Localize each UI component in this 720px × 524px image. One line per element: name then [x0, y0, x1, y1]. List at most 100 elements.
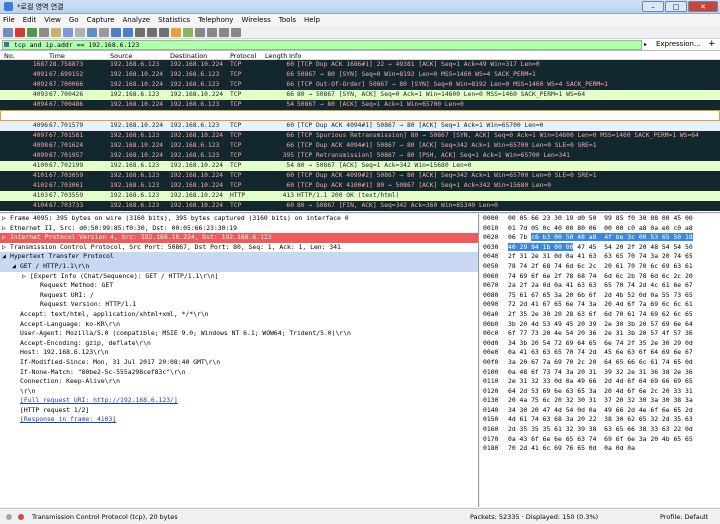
go-forward-icon[interactable]: [123, 27, 133, 37]
col-info[interactable]: Info: [289, 52, 301, 60]
packet-row[interactable]: 4092 67.700066 192.168.10.224 192.168.6.123…: [0, 80, 720, 91]
packet-row[interactable]: 4101 67.703059 192.168.6.123 192.168.10.224…: [0, 171, 720, 182]
restart-capture-icon[interactable]: [27, 27, 37, 37]
hex-row[interactable]: 00b0 3b 20 4d 53 49 45 20 39 2e 30 3b 20 …: [480, 320, 720, 330]
detail-row[interactable]: Accept: text/html, application/xhtml+xml…: [0, 310, 478, 320]
expand-arrow-icon[interactable]: ▷: [22, 272, 30, 282]
packet-row[interactable]: 4098 67.701624 192.168.10.224 192.168.6.123…: [0, 140, 720, 151]
normal-size-icon[interactable]: [219, 27, 229, 37]
detail-row[interactable]: \r\n: [0, 387, 478, 397]
zoom-in-icon[interactable]: [195, 27, 205, 37]
hex-row[interactable]: 0180 70 2d 41 6c 69 76 65 0d 0a 0d 0a: [480, 444, 720, 454]
hex-row[interactable]: 0080 75 61 67 65 3a 20 6b 6f 2d 4b 52 0d …: [480, 291, 720, 301]
zoom-out-icon[interactable]: [207, 27, 217, 37]
packet-row[interactable]: 4100 67.702199 192.168.6.123 192.168.10.224…: [0, 160, 720, 172]
packet-row[interactable]: 4096 67.701579 192.168.10.224 192.168.6.123…: [0, 120, 720, 131]
packet-row[interactable]: [0, 110, 720, 121]
col-length[interactable]: Length: [265, 52, 287, 60]
detail-row[interactable]: ▷ Transmission Control Protocol, Src Port…: [0, 243, 478, 253]
maximize-button[interactable]: □: [665, 1, 687, 12]
menu-view[interactable]: View: [44, 16, 61, 24]
start-capture-icon[interactable]: [3, 27, 13, 37]
hex-row[interactable]: 0040 2f 31 2e 31 0d 0a 41 63 63 65 70 74 …: [480, 252, 720, 262]
packet-row[interactable]: 4091 67.699152 192.168.10.224 192.168.6.123…: [0, 70, 720, 81]
close-button[interactable]: ✕: [688, 1, 718, 12]
hex-row[interactable]: 0120 64 2d 53 69 6e 63 65 3a 20 4d 6f 6e …: [480, 387, 720, 397]
detail-row[interactable]: ◢ Hypertext Transfer Protocol: [0, 252, 478, 262]
open-file-icon[interactable]: [51, 27, 61, 37]
expand-arrow-icon[interactable]: ▷: [2, 233, 10, 243]
display-filter-input[interactable]: tcp and ip.addr == 192.168.6.123: [2, 40, 642, 50]
resize-columns-icon[interactable]: [231, 27, 241, 37]
hex-row[interactable]: 0100 0a 48 6f 73 74 3a 20 31 39 32 2e 31 …: [480, 368, 720, 378]
expand-arrow-icon[interactable]: ▷: [2, 224, 10, 234]
capture-status-icon[interactable]: [18, 514, 24, 520]
detail-row[interactable]: Accept-Encoding: gzip, deflate\r\n: [0, 339, 478, 349]
packet-row[interactable]: 4099 67.701957 192.168.10.224 192.168.6.123…: [0, 150, 720, 161]
expand-arrow-icon[interactable]: ◢: [2, 252, 10, 262]
hex-row[interactable]: 0160 2d 35 35 35 61 32 39 38 63 65 66 38 …: [480, 425, 720, 435]
go-to-packet-icon[interactable]: [135, 27, 145, 37]
hex-row[interactable]: 0070 2a 2f 2a 0d 0a 41 63 63 65 70 74 2d …: [480, 281, 720, 291]
detail-row[interactable]: ▷ Internet Protocol Version 4, Src: 192.1…: [0, 233, 478, 243]
detail-row[interactable]: User-Agent: Mozilla/5.0 (compatible; MSI…: [0, 329, 478, 339]
expand-arrow-icon[interactable]: ◢: [12, 262, 20, 272]
stop-capture-icon[interactable]: [15, 27, 25, 37]
detail-row[interactable]: ▷ Frame 4095: 395 bytes on wire (3160 bit…: [0, 214, 478, 224]
col-destination[interactable]: Destination: [170, 52, 207, 60]
menu-file[interactable]: File: [3, 16, 15, 24]
apply-filter-arrow-icon[interactable]: ▸: [644, 41, 650, 49]
find-packet-icon[interactable]: [99, 27, 109, 37]
hex-row[interactable]: 00a0 2f 35 2e 30 20 28 63 6f 6d 70 61 74 …: [480, 310, 720, 320]
menu-analyze[interactable]: Analyze: [122, 16, 150, 24]
go-back-icon[interactable]: [111, 27, 121, 37]
col-protocol[interactable]: Protocol: [230, 52, 256, 60]
menu-capture[interactable]: Capture: [87, 16, 115, 24]
packet-row[interactable]: 4104 67.703733 192.168.6.123 192.168.10.224…: [0, 201, 720, 212]
expand-arrow-icon[interactable]: ▷: [2, 214, 10, 224]
status-profile[interactable]: Profile: Default: [660, 513, 708, 521]
packet-row[interactable]: 1687 28.758873 192.168.6.123 192.168.10.224…: [0, 60, 720, 71]
menu-wireless[interactable]: Wireless: [241, 16, 270, 24]
detail-row[interactable]: Request Method: GET: [0, 281, 478, 291]
menu-help[interactable]: Help: [304, 16, 320, 24]
close-file-icon[interactable]: [75, 27, 85, 37]
menu-telephony[interactable]: Telephony: [198, 16, 233, 24]
hex-row[interactable]: 0030 40 29 94 1b 00 00 47 45 54 20 2f 20 …: [480, 242, 720, 253]
col-time[interactable]: Time: [49, 52, 65, 60]
capture-options-icon[interactable]: [39, 27, 49, 37]
colorize-icon[interactable]: [183, 27, 193, 37]
hex-row[interactable]: 0150 4d 61 74 63 68 3a 20 22 38 30 62 65 …: [480, 415, 720, 425]
hex-row[interactable]: 0090 72 2d 41 67 65 6e 74 3a 20 4d 6f 7a …: [480, 300, 720, 310]
detail-row[interactable]: If-Modified-Since: Mon, 31 Jul 2017 20:0…: [0, 358, 478, 368]
hex-row[interactable]: 0060 74 69 6f 6e 2f 78 68 74 6d 6c 2b 78 …: [480, 272, 720, 282]
detail-row[interactable]: Request URI: /: [0, 291, 478, 301]
detail-row[interactable]: Accept-Language: ko-KR\r\n: [0, 320, 478, 330]
col-no[interactable]: No.: [4, 52, 15, 60]
save-file-icon[interactable]: [63, 27, 73, 37]
detail-row[interactable]: [Response in frame: 4103]: [0, 415, 478, 425]
menu-edit[interactable]: Edit: [23, 16, 37, 24]
bookmark-icon[interactable]: [4, 42, 9, 47]
hex-row[interactable]: 00d0 34 3b 20 54 72 69 64 65 6e 74 2f 35 …: [480, 339, 720, 349]
hex-row[interactable]: 0110 2e 31 32 33 0d 0a 49 66 2d 4d 6f 64 …: [480, 377, 720, 387]
packet-row[interactable]: 4097 67.701581 192.168.6.123 192.168.10.224…: [0, 130, 720, 141]
menu-statistics[interactable]: Statistics: [158, 16, 190, 24]
detail-row[interactable]: Connection: Keep-Alive\r\n: [0, 377, 478, 387]
add-filter-button[interactable]: +: [708, 39, 716, 49]
detail-row[interactable]: If-None-Match: "80be2-5c-555a298cef83c"\…: [0, 368, 478, 378]
expert-info-icon[interactable]: [6, 514, 12, 520]
menu-tools[interactable]: Tools: [279, 16, 296, 24]
hex-row[interactable]: 00f0 3a 20 67 7a 69 70 2c 20 64 65 66 6c …: [480, 358, 720, 368]
detail-row[interactable]: ▷ [Expert Info (Chat/Sequence): GET / HTT…: [0, 272, 478, 282]
packet-row[interactable]: 4094 67.700486 192.168.10.224 192.168.6.123…: [0, 100, 720, 111]
packet-row[interactable]: 4093 67.700426 192.168.6.123 192.168.10.224…: [0, 90, 720, 101]
last-packet-icon[interactable]: [159, 27, 169, 37]
reload-icon[interactable]: [87, 27, 97, 37]
packet-row[interactable]: 4102 67.703061 192.168.6.123 192.168.10.224…: [0, 181, 720, 192]
detail-row[interactable]: [HTTP request 1/2]: [0, 406, 478, 416]
hex-row[interactable]: 0010 01 7d 05 0c 40 00 80 06 00 00 c0 a8 …: [480, 224, 720, 234]
expression-button[interactable]: Expression…: [656, 40, 701, 48]
hex-row[interactable]: 00e0 0a 41 63 63 65 70 74 2d 45 6e 63 6f …: [480, 348, 720, 358]
hex-row[interactable]: 00c0 6f 77 73 20 4e 54 20 36 2e 31 3b 20 …: [480, 329, 720, 339]
